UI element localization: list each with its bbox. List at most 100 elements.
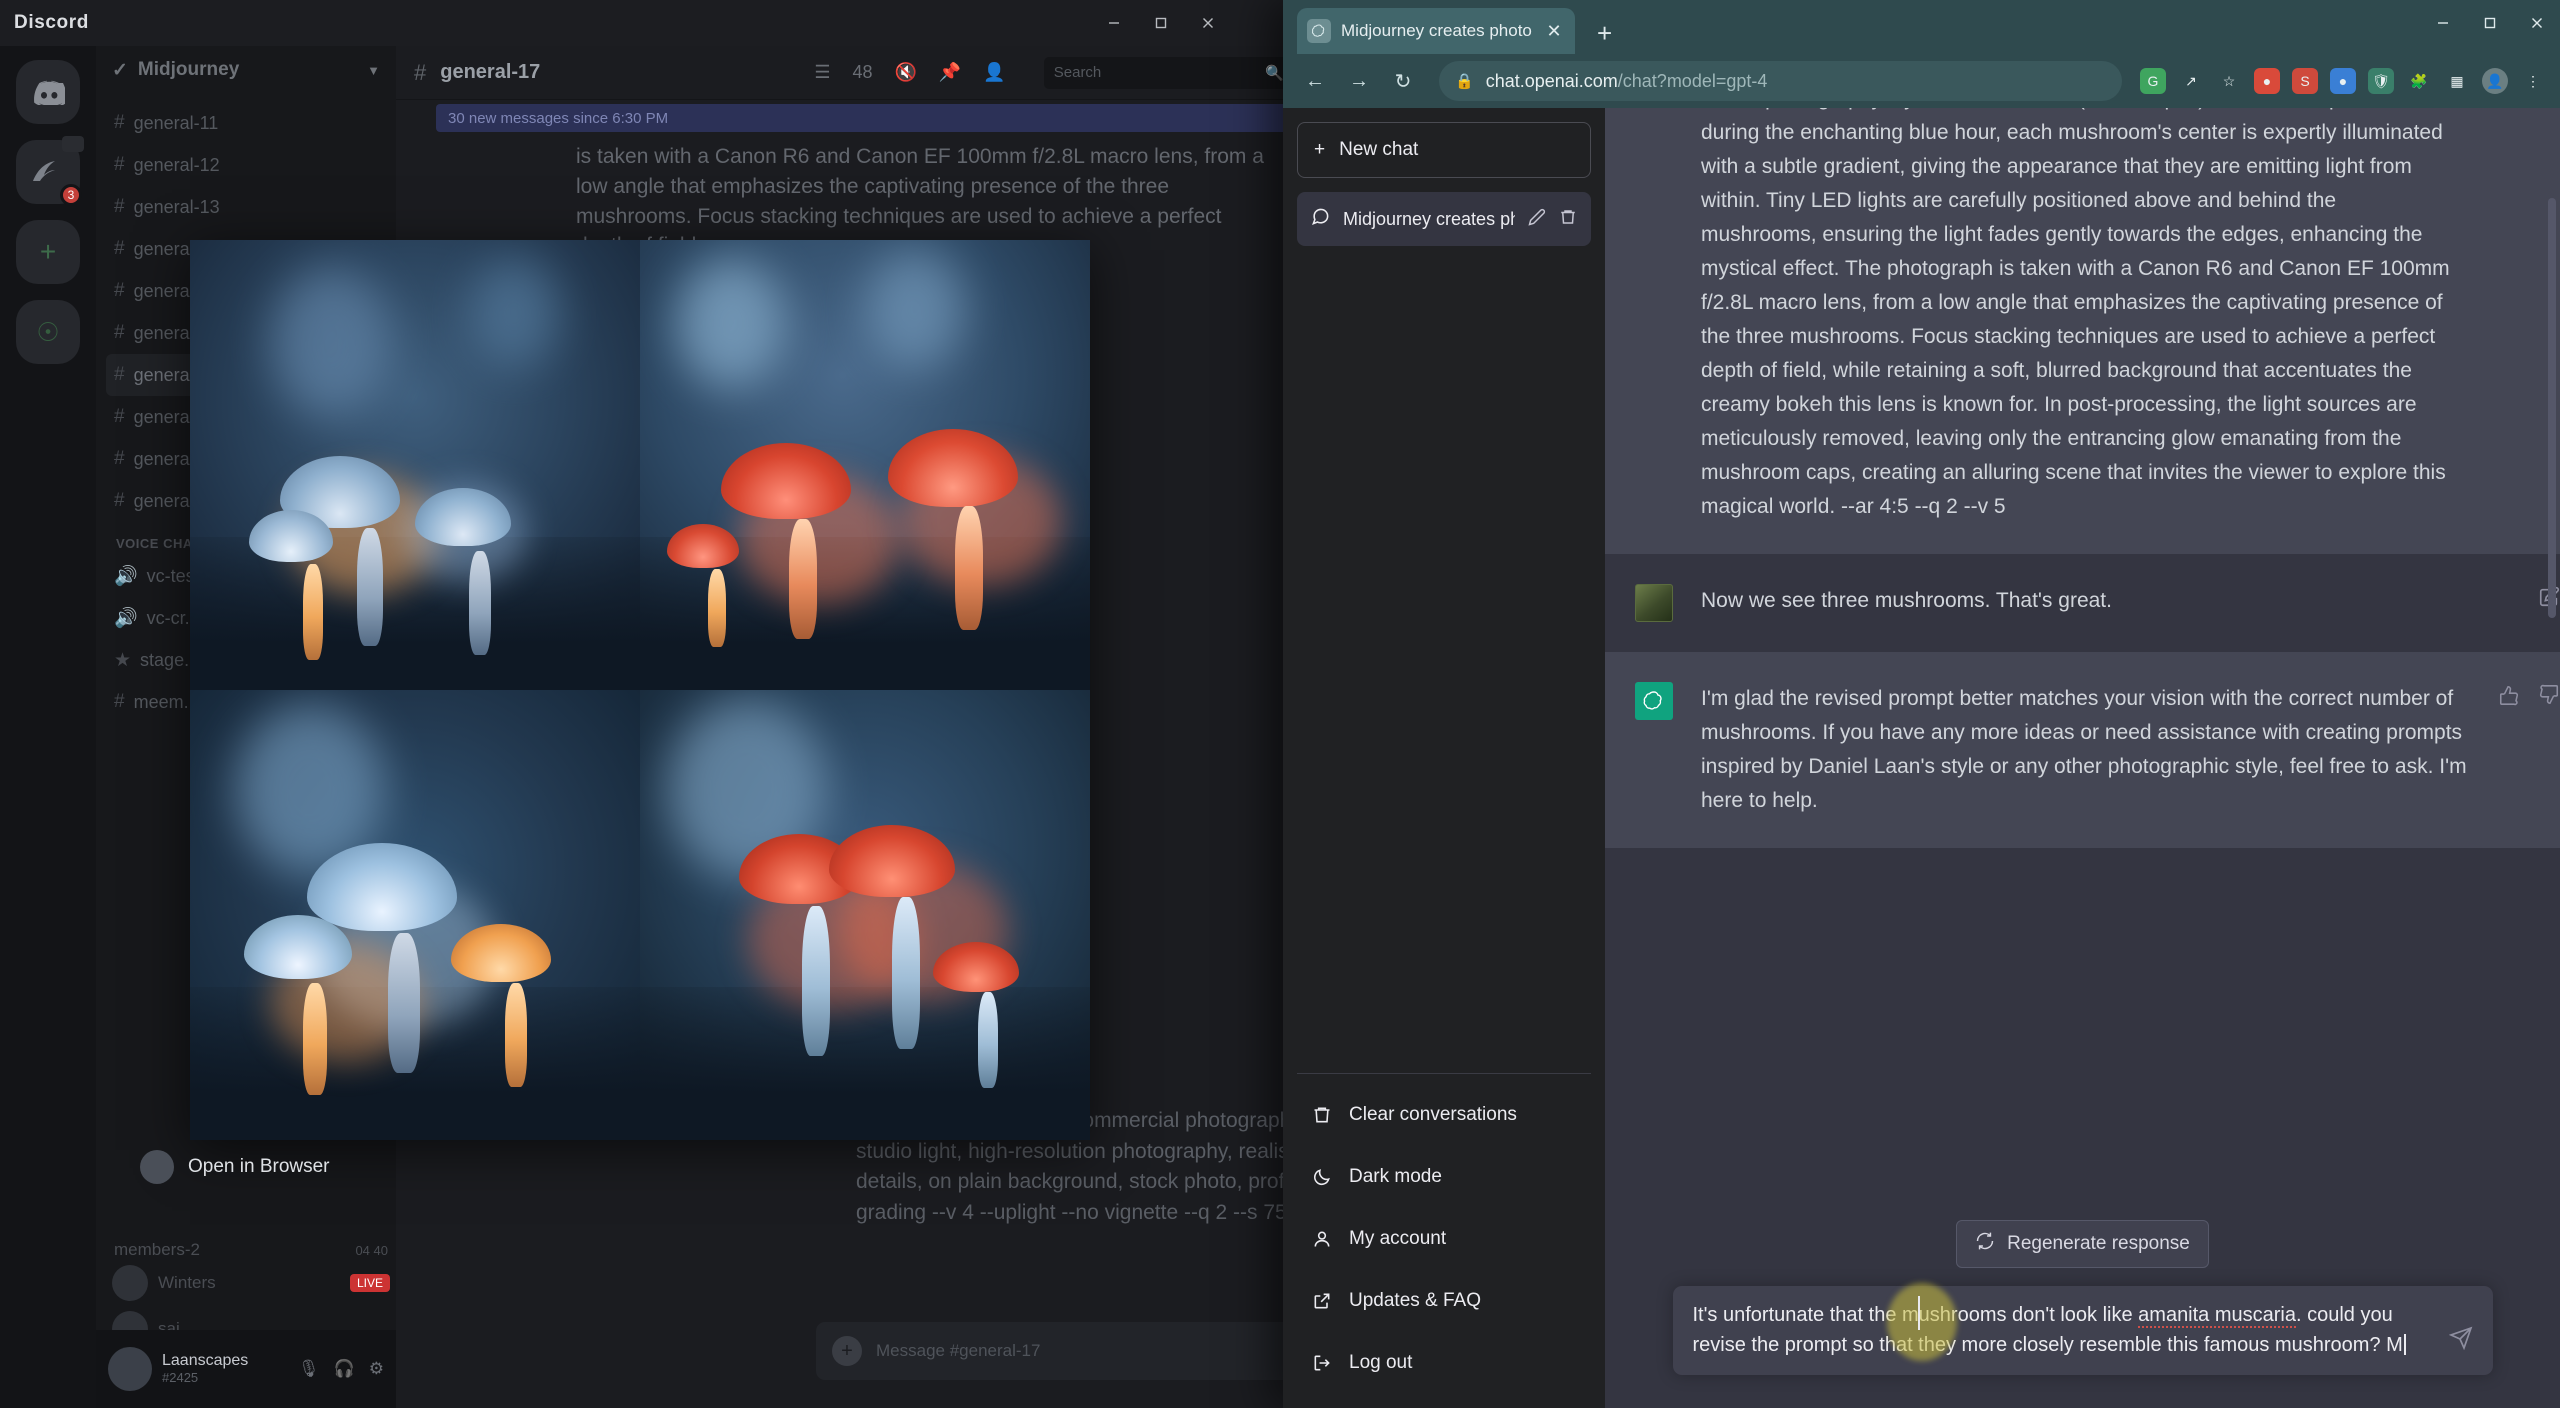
minimize-icon[interactable] (2419, 0, 2466, 46)
conversation-item[interactable]: Midjourney creates pho (1297, 192, 1591, 246)
add-server-button[interactable]: + (16, 220, 80, 284)
grid-image-1[interactable] (190, 240, 640, 690)
browser-tab[interactable]: Midjourney creates photorealisti ✕ (1297, 8, 1575, 54)
new-chat-button[interactable]: + New chat (1297, 122, 1591, 178)
close-icon[interactable] (2513, 0, 2560, 46)
address-bar[interactable]: 🔒 chat.openai.com/chat?model=gpt-4 (1439, 61, 2122, 101)
channel-label: meem... (133, 691, 199, 712)
avatar (1635, 584, 1673, 623)
sidebar-item-dark-mode[interactable]: Dark mode (1297, 1146, 1591, 1208)
avatar[interactable] (108, 1347, 152, 1391)
midjourney-image-grid[interactable] (190, 240, 1090, 1140)
assistant-turn: I'm glad the revised prompt better match… (1605, 652, 2560, 849)
server-name: Midjourney (137, 59, 240, 80)
new-messages-text: 30 new messages since 6:30 PM (448, 109, 669, 127)
regenerate-label: Regenerate response (2007, 1233, 2190, 1254)
sidebar-item-label: Updates & FAQ (1349, 1290, 1482, 1311)
maximize-icon[interactable] (2466, 0, 2513, 46)
channel-item[interactable]: # general-11 (106, 102, 386, 144)
external-link-icon (1311, 1291, 1333, 1311)
threads-icon[interactable]: ☰ (814, 62, 830, 83)
reload-icon[interactable]: ↻ (1385, 63, 1421, 99)
user-turn: Now we see three mushrooms. That's great… (1605, 554, 2560, 653)
attach-icon[interactable]: + (832, 1336, 862, 1366)
grid-image-3[interactable] (190, 690, 640, 1140)
new-chat-label: New chat (1339, 139, 1419, 160)
maximize-icon[interactable] (1137, 0, 1184, 46)
microphone-icon[interactable]: 🎙 (298, 1359, 320, 1379)
puzzle-icon[interactable]: 🧩 (2406, 68, 2432, 94)
members-count: 04 40 (355, 1242, 388, 1258)
scrollbar-thumb[interactable] (2548, 198, 2556, 618)
headphones-icon[interactable]: 🎧 (334, 1359, 355, 1379)
open-in-browser-tooltip[interactable]: Open in Browser (140, 1150, 330, 1184)
pin-icon[interactable]: 📌 (939, 62, 961, 83)
discord-home-button[interactable] (16, 60, 80, 124)
adblock-icon[interactable]: ● (2254, 68, 2280, 94)
explore-servers-button[interactable]: ☉ (16, 300, 80, 364)
discord-server-header[interactable]: ✓ Midjourney ▼ (96, 46, 396, 94)
discord-user-bar: Laanscapes #2425 🎙 🎧 ⚙ (96, 1330, 396, 1408)
members-icon[interactable]: 👤 (983, 62, 1005, 83)
shield-icon[interactable]: 🛡 (2368, 68, 2394, 94)
close-icon[interactable] (1184, 0, 1231, 46)
chatgpt-prompt-input[interactable]: It's unfortunate that the mushrooms don'… (1672, 1286, 2493, 1375)
channel-item[interactable]: # general-13 (106, 186, 386, 228)
chevron-down-icon[interactable]: ▼ (367, 63, 380, 78)
gear-icon[interactable]: ⚙ (369, 1359, 384, 1379)
user-message-text: Now we see three mushrooms. That's great… (1701, 589, 2112, 613)
trash-icon (1311, 1105, 1333, 1125)
composer-placeholder: Message #general-17 (876, 1341, 1041, 1360)
colorpick-icon[interactable]: ● (2330, 68, 2356, 94)
discord-server-midjourney[interactable]: 3 (16, 136, 84, 206)
sidepanel-icon[interactable]: ▦ (2444, 68, 2470, 94)
logout-icon (1311, 1353, 1333, 1373)
send-icon[interactable] (2448, 1300, 2473, 1356)
extension-toolbar: G ↗ ☆ ● S ● 🛡 🧩 ▦ 👤 ⋮ (2140, 68, 2546, 94)
bookmark-star-icon[interactable]: ☆ (2216, 68, 2242, 94)
chatgpt-main: macro photography style of Daniel Laan (… (1605, 108, 2560, 1408)
chrome-window-controls (2419, 0, 2560, 46)
sidebar-item-updates-faq[interactable]: Updates & FAQ (1297, 1270, 1591, 1332)
grid-image-2[interactable] (640, 240, 1090, 690)
regenerate-response-button[interactable]: Regenerate response (1956, 1220, 2209, 1268)
avatar (1635, 682, 1673, 721)
forward-icon[interactable]: → (1341, 63, 1377, 99)
prompt-misspelled-word: amanita muscaria (2138, 1304, 2296, 1328)
members-channel-label: members-2 (114, 1240, 200, 1259)
grid-image-4[interactable] (640, 690, 1090, 1140)
trash-icon[interactable] (1559, 208, 1577, 231)
s-icon[interactable]: S (2292, 68, 2318, 94)
text-cursor-icon (1918, 1296, 1920, 1330)
menu-icon[interactable]: ⋮ (2520, 68, 2546, 94)
chrome-toolbar: ← → ↻ 🔒 chat.openai.com/chat?model=gpt-4… (1283, 54, 2560, 108)
back-icon[interactable]: ← (1297, 63, 1333, 99)
member-name: Winters (158, 1273, 216, 1292)
discord-wordmark: Discord (14, 12, 89, 33)
new-tab-button[interactable]: + (1597, 18, 1612, 49)
sidebar-item-clear-conversations[interactable]: Clear conversations (1297, 1084, 1591, 1146)
sidebar-item-my-account[interactable]: My account (1297, 1208, 1591, 1270)
channel-label: general-12 (133, 154, 220, 175)
openai-favicon-icon (1307, 19, 1331, 43)
minimize-icon[interactable] (1090, 0, 1137, 46)
chatgpt-composer-zone: Regenerate response It's unfortunate tha… (1605, 1212, 2560, 1408)
close-icon[interactable]: ✕ (1543, 21, 1565, 42)
conversation-title: Midjourney creates pho (1343, 208, 1515, 229)
profile-icon[interactable]: 👤 (2482, 68, 2508, 94)
search-placeholder: Search (1053, 64, 1102, 81)
grammarly-icon[interactable]: G (2140, 68, 2166, 94)
share-icon[interactable]: ↗ (2178, 68, 2204, 94)
sidebar-item-label: Clear conversations (1349, 1104, 1517, 1125)
avatar (112, 1265, 148, 1301)
channel-item[interactable]: # general-12 (106, 144, 386, 186)
sidebar-item-log-out[interactable]: Log out (1297, 1332, 1591, 1394)
notification-off-icon[interactable]: 🔇 (894, 62, 916, 83)
hash-icon: # (414, 59, 427, 85)
url-path: /chat?model=gpt-4 (1617, 70, 1768, 91)
edit-icon[interactable] (1528, 208, 1546, 231)
voice-member-row[interactable]: Winters LIVE (106, 1260, 396, 1306)
discord-search-input[interactable]: Search 🔍 (1043, 56, 1294, 89)
thumbs-up-icon[interactable] (2498, 684, 2520, 818)
assistant-turn: macro photography style of Daniel Laan (… (1605, 108, 2560, 555)
